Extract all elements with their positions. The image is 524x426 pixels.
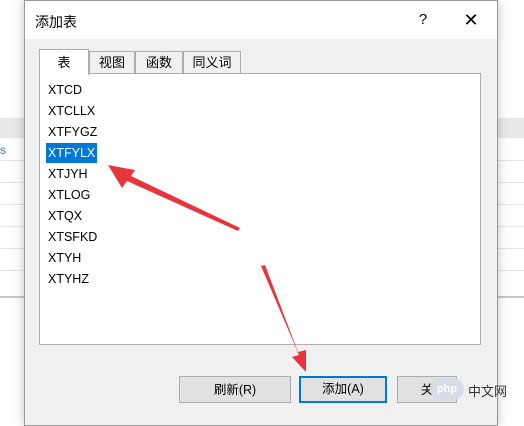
list-item[interactable]: XTCLLX — [46, 101, 97, 121]
list-item[interactable]: XTSFKD — [46, 227, 99, 247]
refresh-button[interactable]: 刷新(R) — [179, 376, 291, 403]
watermark-text: 中文网 — [468, 384, 508, 399]
table-list[interactable]: XTCD XTCLLX XTFYGZ XTFYLX XTJYH XTLOG XT… — [39, 73, 481, 345]
php-logo: php — [430, 378, 464, 400]
tab-tables[interactable]: 表 — [39, 49, 89, 75]
tab-synonyms[interactable]: 同义词 — [183, 51, 241, 74]
dialog-title: 添加表 — [35, 14, 77, 30]
dialog-titlebar[interactable]: 添加表 ? ✕ — [25, 1, 497, 39]
tab-functions[interactable]: 函数 — [135, 51, 183, 74]
list-item[interactable]: XTYHZ — [46, 269, 91, 289]
close-icon[interactable]: ✕ — [457, 7, 485, 33]
list-item[interactable]: XTLOG — [46, 185, 92, 205]
list-item[interactable]: XTYH — [46, 248, 83, 268]
php-watermark: php 中文网 — [430, 378, 524, 404]
list-item[interactable]: XTJYH — [46, 164, 90, 184]
list-item[interactable]: XTFYGZ — [46, 122, 99, 142]
tab-views[interactable]: 视图 — [89, 51, 135, 74]
list-item[interactable]: XTCD — [46, 80, 84, 100]
help-button[interactable]: ? — [409, 7, 437, 33]
list-item[interactable]: XTQX — [46, 206, 84, 226]
list-item-selected[interactable]: XTFYLX — [46, 143, 98, 163]
background-link[interactable]: s — [0, 143, 6, 157]
add-button[interactable]: 添加(A) — [299, 376, 387, 403]
add-table-dialog: 添加表 ? ✕ 表 视图 函数 同义词 XTCD XTCLLX XTFYGZ X… — [24, 0, 498, 426]
